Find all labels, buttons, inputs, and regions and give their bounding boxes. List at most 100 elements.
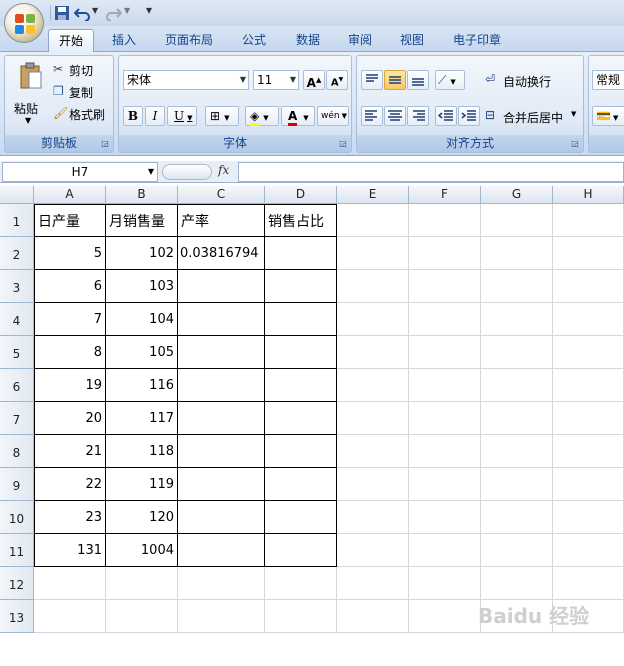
cell-h7[interactable] xyxy=(553,402,624,435)
cell-h6[interactable] xyxy=(553,369,624,402)
cell-a5[interactable]: 8 xyxy=(34,336,106,369)
accounting-format-button[interactable]: 💳 ▼ xyxy=(592,106,624,126)
cell-b10[interactable]: 120 xyxy=(106,501,178,534)
cell-f8[interactable] xyxy=(409,435,481,468)
cell-g10[interactable] xyxy=(481,501,553,534)
align-bottom-button[interactable] xyxy=(407,70,429,90)
cell-a1[interactable]: 日产量 xyxy=(34,204,106,237)
cell-b4[interactable]: 104 xyxy=(106,303,178,336)
row-header-4[interactable]: 4 xyxy=(0,303,34,336)
cell-f10[interactable] xyxy=(409,501,481,534)
tab-page-layout[interactable]: 页面布局 xyxy=(156,29,222,52)
cell-d9[interactable] xyxy=(265,468,337,501)
column-header-d[interactable]: D xyxy=(265,186,337,204)
cell-h1[interactable] xyxy=(553,204,624,237)
phonetic-button[interactable]: wén ▼ xyxy=(317,106,349,126)
cell-b1[interactable]: 月销售量 xyxy=(106,204,178,237)
borders-button[interactable]: ⊞ ▼ xyxy=(205,106,239,126)
cell-a3[interactable]: 6 xyxy=(34,270,106,303)
bold-button[interactable]: B xyxy=(123,106,143,126)
cell-e11[interactable] xyxy=(337,534,409,567)
cell-a6[interactable]: 19 xyxy=(34,369,106,402)
orientation-button[interactable]: ⟋ ▼ xyxy=(435,70,465,90)
cell-d2[interactable] xyxy=(265,237,337,270)
redo-dropdown-icon[interactable]: ▼ xyxy=(124,6,130,15)
row-header-12[interactable]: 12 xyxy=(0,567,34,600)
tab-formulas[interactable]: 公式 xyxy=(232,29,276,52)
cell-a13[interactable] xyxy=(34,600,106,633)
cell-g1[interactable] xyxy=(481,204,553,237)
name-box[interactable]: H7 ▼ xyxy=(2,162,158,182)
formula-input[interactable] xyxy=(238,162,624,182)
cell-h8[interactable] xyxy=(553,435,624,468)
align-center-button[interactable] xyxy=(384,106,406,126)
cell-d13[interactable] xyxy=(265,600,337,633)
row-header-8[interactable]: 8 xyxy=(0,435,34,468)
cell-g2[interactable] xyxy=(481,237,553,270)
tab-data[interactable]: 数据 xyxy=(286,29,330,52)
paste-button[interactable]: 粘贴 ▼ xyxy=(11,60,49,125)
cell-e13[interactable] xyxy=(337,600,409,633)
decrease-indent-button[interactable] xyxy=(435,106,457,126)
cell-d5[interactable] xyxy=(265,336,337,369)
cell-a11[interactable]: 131 xyxy=(34,534,106,567)
row-header-6[interactable]: 6 xyxy=(0,369,34,402)
cell-h5[interactable] xyxy=(553,336,624,369)
cell-e10[interactable] xyxy=(337,501,409,534)
column-header-c[interactable]: C xyxy=(178,186,265,204)
column-header-g[interactable]: G xyxy=(481,186,553,204)
cell-d11[interactable] xyxy=(265,534,337,567)
cell-e8[interactable] xyxy=(337,435,409,468)
cell-e3[interactable] xyxy=(337,270,409,303)
cell-f13[interactable] xyxy=(409,600,481,633)
formula-cancel-enter[interactable] xyxy=(162,164,212,180)
cell-h4[interactable] xyxy=(553,303,624,336)
alignment-launcher-icon[interactable]: ◲ xyxy=(570,139,580,149)
cell-g8[interactable] xyxy=(481,435,553,468)
fill-color-button[interactable]: ◈ ▼ xyxy=(245,106,279,126)
cell-d3[interactable] xyxy=(265,270,337,303)
column-header-f[interactable]: F xyxy=(409,186,481,204)
cell-g6[interactable] xyxy=(481,369,553,402)
cell-c12[interactable] xyxy=(178,567,265,600)
cell-a4[interactable]: 7 xyxy=(34,303,106,336)
cell-d6[interactable] xyxy=(265,369,337,402)
column-header-b[interactable]: B xyxy=(106,186,178,204)
column-header-a[interactable]: A xyxy=(34,186,106,204)
align-top-button[interactable] xyxy=(361,70,383,90)
cell-f5[interactable] xyxy=(409,336,481,369)
cell-f3[interactable] xyxy=(409,270,481,303)
cell-h3[interactable] xyxy=(553,270,624,303)
undo-dropdown-icon[interactable]: ▼ xyxy=(92,6,98,15)
cell-e1[interactable] xyxy=(337,204,409,237)
cell-e4[interactable] xyxy=(337,303,409,336)
cell-g3[interactable] xyxy=(481,270,553,303)
cell-a9[interactable]: 22 xyxy=(34,468,106,501)
tab-e-seal[interactable]: 电子印章 xyxy=(444,29,510,52)
cell-c7[interactable] xyxy=(178,402,265,435)
cell-h10[interactable] xyxy=(553,501,624,534)
row-header-5[interactable]: 5 xyxy=(0,336,34,369)
cell-f6[interactable] xyxy=(409,369,481,402)
align-middle-button[interactable] xyxy=(384,70,406,90)
align-right-button[interactable] xyxy=(407,106,429,126)
shrink-font-button[interactable]: A▼ xyxy=(326,70,348,90)
cell-g11[interactable] xyxy=(481,534,553,567)
tab-insert[interactable]: 插入 xyxy=(102,29,146,52)
office-button[interactable] xyxy=(4,3,44,43)
tab-home[interactable]: 开始 xyxy=(48,29,94,52)
cell-c4[interactable] xyxy=(178,303,265,336)
cell-b8[interactable]: 118 xyxy=(106,435,178,468)
cell-b2[interactable]: 102 xyxy=(106,237,178,270)
cell-a2[interactable]: 5 xyxy=(34,237,106,270)
cell-f12[interactable] xyxy=(409,567,481,600)
select-all-corner[interactable] xyxy=(0,186,34,204)
cell-b13[interactable] xyxy=(106,600,178,633)
cell-f9[interactable] xyxy=(409,468,481,501)
align-left-button[interactable] xyxy=(361,106,383,126)
cell-a7[interactable]: 20 xyxy=(34,402,106,435)
cell-h9[interactable] xyxy=(553,468,624,501)
cell-e7[interactable] xyxy=(337,402,409,435)
cell-g7[interactable] xyxy=(481,402,553,435)
insert-function-icon[interactable]: fx xyxy=(218,163,229,177)
